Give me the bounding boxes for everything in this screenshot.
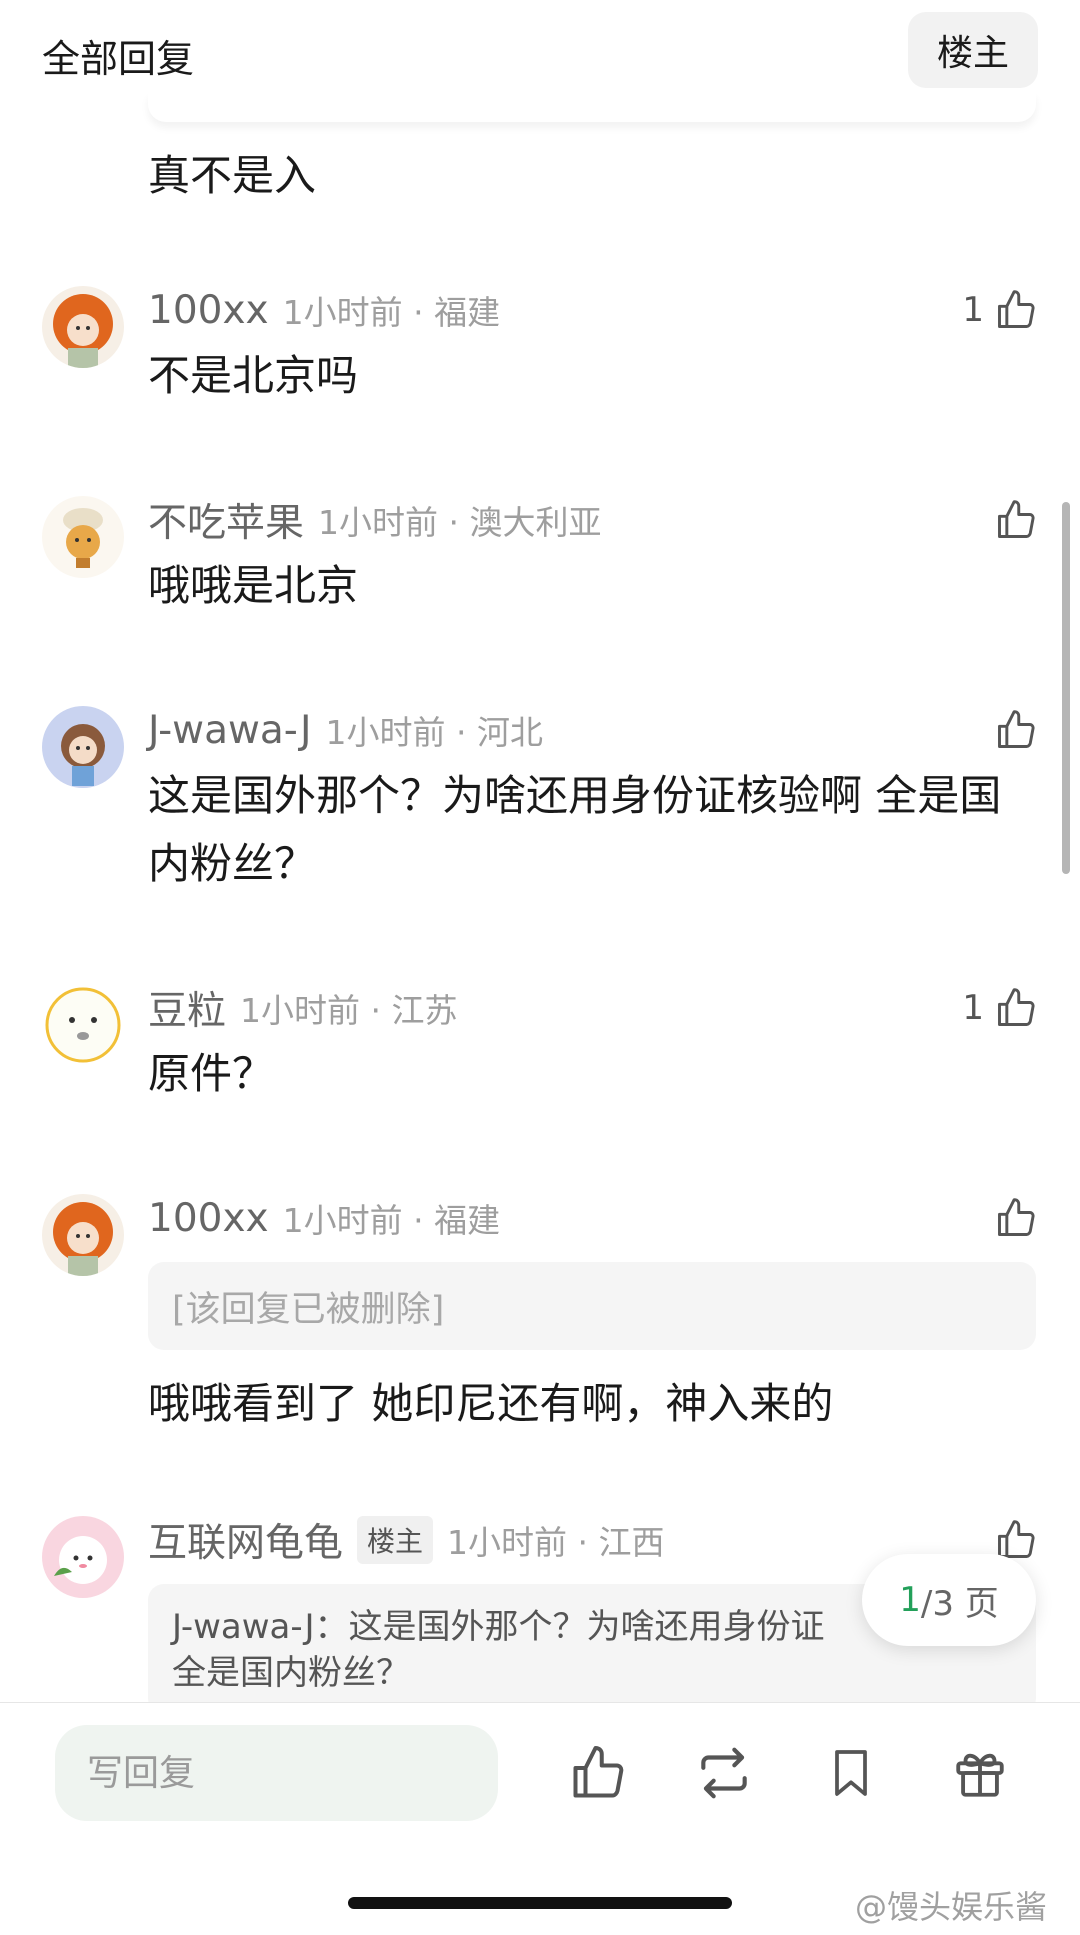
thumbs-up-icon[interactable] (994, 986, 1038, 1030)
reply-input[interactable] (55, 1725, 498, 1821)
thumbs-up-icon[interactable] (994, 1196, 1038, 1240)
avatar[interactable] (42, 286, 124, 368)
username[interactable]: 互联网龟龟 (148, 1512, 343, 1568)
like-post-button[interactable] (562, 1739, 634, 1811)
thumbs-up-icon[interactable] (994, 288, 1038, 332)
gift-button[interactable] (944, 1739, 1016, 1811)
username[interactable]: 不吃苹果 (148, 492, 304, 548)
like-count: 1 (962, 988, 984, 1028)
comment-meta: 互联网龟龟 楼主 1小时前 · 江西 (148, 1512, 665, 1568)
repost-button[interactable] (688, 1739, 760, 1811)
comment-meta: 不吃苹果 1小时前 · 澳大利亚 (148, 492, 601, 548)
comment-meta: 豆粒 1小时前 · 江苏 (148, 980, 457, 1036)
username[interactable]: 100xx (148, 1196, 269, 1241)
bookmark-icon (823, 1745, 879, 1805)
deleted-reply-notice: [该回复已被删除] (148, 1262, 1036, 1350)
avatar[interactable] (42, 496, 124, 578)
page-title: 全部回复 (42, 37, 195, 81)
watermark: @馒头娱乐酱 (855, 1888, 1048, 1926)
comment-text: 这是国外那个？为啥还用身份证核验啊 全是国内粉丝？ (148, 771, 1002, 888)
previous-card-edge (148, 92, 1036, 122)
quote-line: 全是国内粉丝？ (172, 1653, 410, 1693)
repost-icon (693, 1742, 755, 1808)
op-badge: 楼主 (357, 1516, 434, 1564)
comment-meta: 100xx 1小时前 · 福建 (148, 282, 500, 338)
time-location: 1小时前 · 福建 (282, 293, 501, 332)
comment-text: 原件？ (148, 1049, 275, 1098)
comment-text: 不是北京吗 (148, 351, 359, 400)
like-button[interactable] (994, 1190, 1038, 1246)
op-filter-button[interactable]: 楼主 (908, 12, 1038, 88)
time-location: 1小时前 · 澳大利亚 (318, 503, 602, 542)
bookmark-button[interactable] (815, 1739, 887, 1811)
total-pages: /3 页 (920, 1583, 999, 1624)
like-count: 1 (962, 290, 984, 330)
avatar[interactable] (42, 706, 124, 788)
like-button[interactable] (994, 492, 1038, 548)
username[interactable]: 100xx (148, 288, 269, 333)
avatar[interactable] (42, 1194, 124, 1276)
time-location: 1小时前 · 江西 (447, 1523, 665, 1562)
username[interactable]: J-wawa-J (148, 708, 312, 753)
comment-meta: J-wawa-J 1小时前 · 河北 (148, 702, 543, 758)
like-button[interactable]: 1 (962, 980, 1038, 1036)
page-indicator[interactable]: 1 /3 页 (862, 1554, 1036, 1646)
comment-meta: 100xx 1小时前 · 福建 (148, 1190, 500, 1246)
time-location: 1小时前 · 河北 (325, 713, 543, 752)
comment-text: 哦哦看到了 她印尼还有啊，神入来的 (148, 1379, 834, 1428)
username[interactable]: 豆粒 (148, 980, 226, 1036)
thumbs-up-icon[interactable] (994, 498, 1038, 542)
time-location: 1小时前 · 江苏 (240, 991, 458, 1030)
home-indicator[interactable] (348, 1897, 732, 1909)
reply-text: 真不是入 (148, 151, 317, 200)
thumbs-up-icon[interactable] (994, 708, 1038, 752)
time-location: 1小时前 · 福建 (282, 1201, 501, 1240)
current-page: 1 (899, 1580, 921, 1620)
comment-text: 哦哦是北京 (148, 561, 359, 610)
like-button[interactable] (994, 702, 1038, 758)
thumbs-up-icon (568, 1743, 628, 1807)
like-button[interactable]: 1 (962, 282, 1038, 338)
avatar[interactable] (42, 1516, 124, 1598)
scrollbar[interactable] (1062, 502, 1070, 874)
avatar[interactable] (42, 984, 124, 1066)
gift-icon (951, 1744, 1009, 1806)
